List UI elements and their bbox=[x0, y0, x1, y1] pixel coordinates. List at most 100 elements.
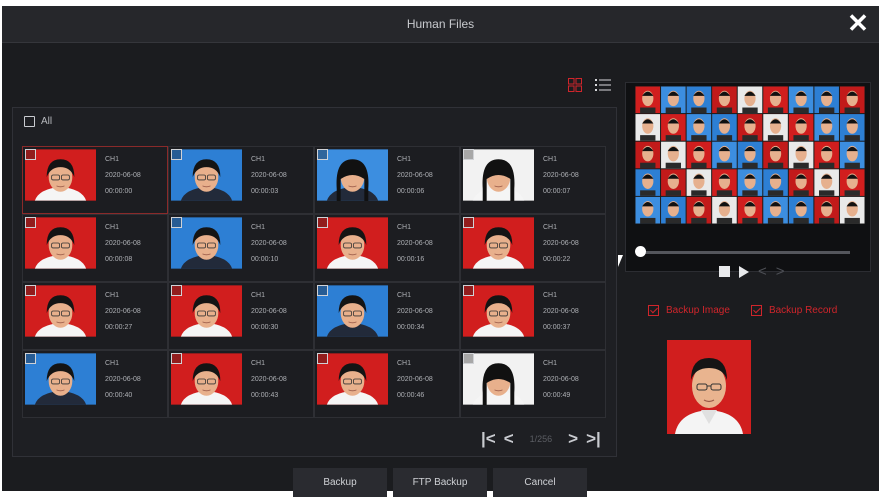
face-tile[interactable]: CH1 2020-06-08 00:00:49 bbox=[460, 350, 606, 418]
select-all-checkbox[interactable] bbox=[24, 116, 35, 127]
tile-checkbox[interactable] bbox=[317, 217, 328, 228]
face-tile[interactable]: CH1 2020-06-08 00:00:43 bbox=[168, 350, 314, 418]
list-view-icon[interactable] bbox=[595, 78, 611, 97]
tile-channel: CH1 bbox=[105, 224, 120, 231]
tile-checkbox[interactable] bbox=[171, 285, 182, 296]
tile-channel: CH1 bbox=[251, 156, 266, 163]
backup-image-option[interactable]: Backup Image bbox=[648, 305, 730, 316]
close-icon[interactable]: ✕ bbox=[845, 10, 871, 36]
file-list-panel: All CH1 2020-06-08 00:00:00 CH1 2020-06-08 00… bbox=[12, 107, 617, 457]
tile-time: 00:00:43 bbox=[251, 392, 279, 399]
face-tile[interactable]: CH1 2020-06-08 00:00:08 bbox=[22, 214, 168, 282]
tile-checkbox[interactable] bbox=[317, 285, 328, 296]
last-page-icon[interactable]: >| bbox=[586, 429, 601, 449]
tile-checkbox[interactable] bbox=[25, 149, 36, 160]
tile-checkbox[interactable] bbox=[463, 217, 474, 228]
face-tile[interactable]: CH1 2020-06-08 00:00:37 bbox=[460, 282, 606, 350]
backup-record-checkbox[interactable] bbox=[750, 305, 762, 316]
prev-frame-icon[interactable]: < bbox=[758, 263, 767, 280]
tile-channel: CH1 bbox=[543, 360, 558, 367]
tile-channel: CH1 bbox=[543, 156, 558, 163]
face-tile[interactable]: CH1 2020-06-08 00:00:16 bbox=[314, 214, 460, 282]
tile-channel: CH1 bbox=[105, 156, 120, 163]
tile-checkbox[interactable] bbox=[171, 353, 182, 364]
tile-checkbox[interactable] bbox=[25, 285, 36, 296]
tile-checkbox[interactable] bbox=[463, 149, 474, 160]
tile-date: 2020-06-08 bbox=[251, 172, 287, 179]
face-tile[interactable]: CH1 2020-06-08 00:00:34 bbox=[314, 282, 460, 350]
pagination: |< < 1/256 > >| bbox=[481, 429, 601, 449]
face-tile[interactable]: CH1 2020-06-08 00:00:27 bbox=[22, 282, 168, 350]
progress-knob[interactable] bbox=[635, 246, 646, 257]
tile-meta: CH1 2020-06-08 00:00:40 bbox=[105, 356, 141, 404]
face-tile[interactable]: CH1 2020-06-08 00:00:06 bbox=[314, 146, 460, 214]
tile-date: 2020-06-08 bbox=[543, 172, 579, 179]
tile-date: 2020-06-08 bbox=[251, 240, 287, 247]
tile-meta: CH1 2020-06-08 00:00:34 bbox=[397, 288, 433, 336]
tile-date: 2020-06-08 bbox=[105, 376, 141, 383]
tile-meta: CH1 2020-06-08 00:00:07 bbox=[543, 152, 579, 200]
cancel-button[interactable]: Cancel bbox=[493, 468, 587, 497]
tile-checkbox[interactable] bbox=[317, 149, 328, 160]
ftp-backup-button[interactable]: FTP Backup bbox=[393, 468, 487, 497]
tile-date: 2020-06-08 bbox=[105, 308, 141, 315]
select-all-row[interactable]: All bbox=[24, 116, 52, 127]
face-tile[interactable]: CH1 2020-06-08 00:00:07 bbox=[460, 146, 606, 214]
human-files-dialog: Human Files ✕ All CH1 2020-06-08 00:00:00 C… bbox=[2, 6, 879, 497]
tile-channel: CH1 bbox=[251, 292, 266, 299]
play-icon[interactable] bbox=[739, 265, 749, 278]
next-frame-icon[interactable]: > bbox=[776, 263, 785, 280]
grid-view-icon[interactable] bbox=[568, 78, 582, 97]
face-tile[interactable]: CH1 2020-06-08 00:00:40 bbox=[22, 350, 168, 418]
backup-image-checkbox[interactable] bbox=[648, 305, 659, 316]
tile-meta: CH1 2020-06-08 00:00:06 bbox=[397, 152, 433, 200]
tile-channel: CH1 bbox=[397, 156, 412, 163]
tile-checkbox[interactable] bbox=[463, 285, 474, 296]
face-tile[interactable]: CH1 2020-06-08 00:00:30 bbox=[168, 282, 314, 350]
tile-time: 00:00:37 bbox=[543, 324, 571, 331]
tile-date: 2020-06-08 bbox=[397, 172, 433, 179]
tile-time: 00:00:34 bbox=[397, 324, 425, 331]
tile-checkbox[interactable] bbox=[463, 353, 474, 364]
prev-page-icon[interactable]: < bbox=[504, 429, 514, 449]
tile-date: 2020-06-08 bbox=[251, 308, 287, 315]
tile-time: 00:00:46 bbox=[397, 392, 425, 399]
tile-date: 2020-06-08 bbox=[105, 172, 141, 179]
tile-date: 2020-06-08 bbox=[397, 376, 433, 383]
tile-checkbox[interactable] bbox=[171, 217, 182, 228]
face-tile[interactable]: CH1 2020-06-08 00:00:03 bbox=[168, 146, 314, 214]
backup-image-label: Backup Image bbox=[666, 305, 730, 316]
tile-time: 00:00:30 bbox=[251, 324, 279, 331]
face-tile[interactable]: CH1 2020-06-08 00:00:00 bbox=[22, 146, 168, 214]
tile-checkbox[interactable] bbox=[171, 149, 182, 160]
tile-checkbox[interactable] bbox=[25, 353, 36, 364]
face-tile[interactable]: CH1 2020-06-08 00:00:22 bbox=[460, 214, 606, 282]
face-tile[interactable]: CH1 2020-06-08 00:00:10 bbox=[168, 214, 314, 282]
title-bar: Human Files ✕ bbox=[2, 6, 879, 43]
tile-checkbox[interactable] bbox=[317, 353, 328, 364]
dialog-title: Human Files bbox=[406, 17, 475, 31]
tile-date: 2020-06-08 bbox=[105, 240, 141, 247]
tile-checkbox[interactable] bbox=[25, 217, 36, 228]
backup-record-option[interactable]: Backup Record bbox=[750, 305, 837, 316]
backup-button[interactable]: Backup bbox=[293, 468, 387, 497]
backup-options: Backup Image Backup Record bbox=[648, 305, 837, 316]
progress-track[interactable] bbox=[638, 251, 850, 254]
tile-channel: CH1 bbox=[397, 224, 412, 231]
stop-icon[interactable] bbox=[719, 266, 730, 277]
tile-meta: CH1 2020-06-08 00:00:49 bbox=[543, 356, 579, 404]
next-page-icon[interactable]: > bbox=[568, 429, 578, 449]
first-page-icon[interactable]: |< bbox=[481, 429, 496, 449]
tile-meta: CH1 2020-06-08 00:00:30 bbox=[251, 288, 287, 336]
face-tile[interactable]: CH1 2020-06-08 00:00:46 bbox=[314, 350, 460, 418]
mouse-cursor-icon bbox=[618, 255, 623, 267]
tile-meta: CH1 2020-06-08 00:00:08 bbox=[105, 220, 141, 268]
tile-date: 2020-06-08 bbox=[543, 240, 579, 247]
playback-controls: < > bbox=[719, 263, 785, 280]
tile-meta: CH1 2020-06-08 00:00:22 bbox=[543, 220, 579, 268]
video-preview: < > bbox=[625, 82, 871, 280]
tile-time: 00:00:07 bbox=[543, 188, 571, 195]
tile-channel: CH1 bbox=[397, 360, 412, 367]
tile-time: 00:00:22 bbox=[543, 256, 571, 263]
tile-time: 00:00:49 bbox=[543, 392, 571, 399]
